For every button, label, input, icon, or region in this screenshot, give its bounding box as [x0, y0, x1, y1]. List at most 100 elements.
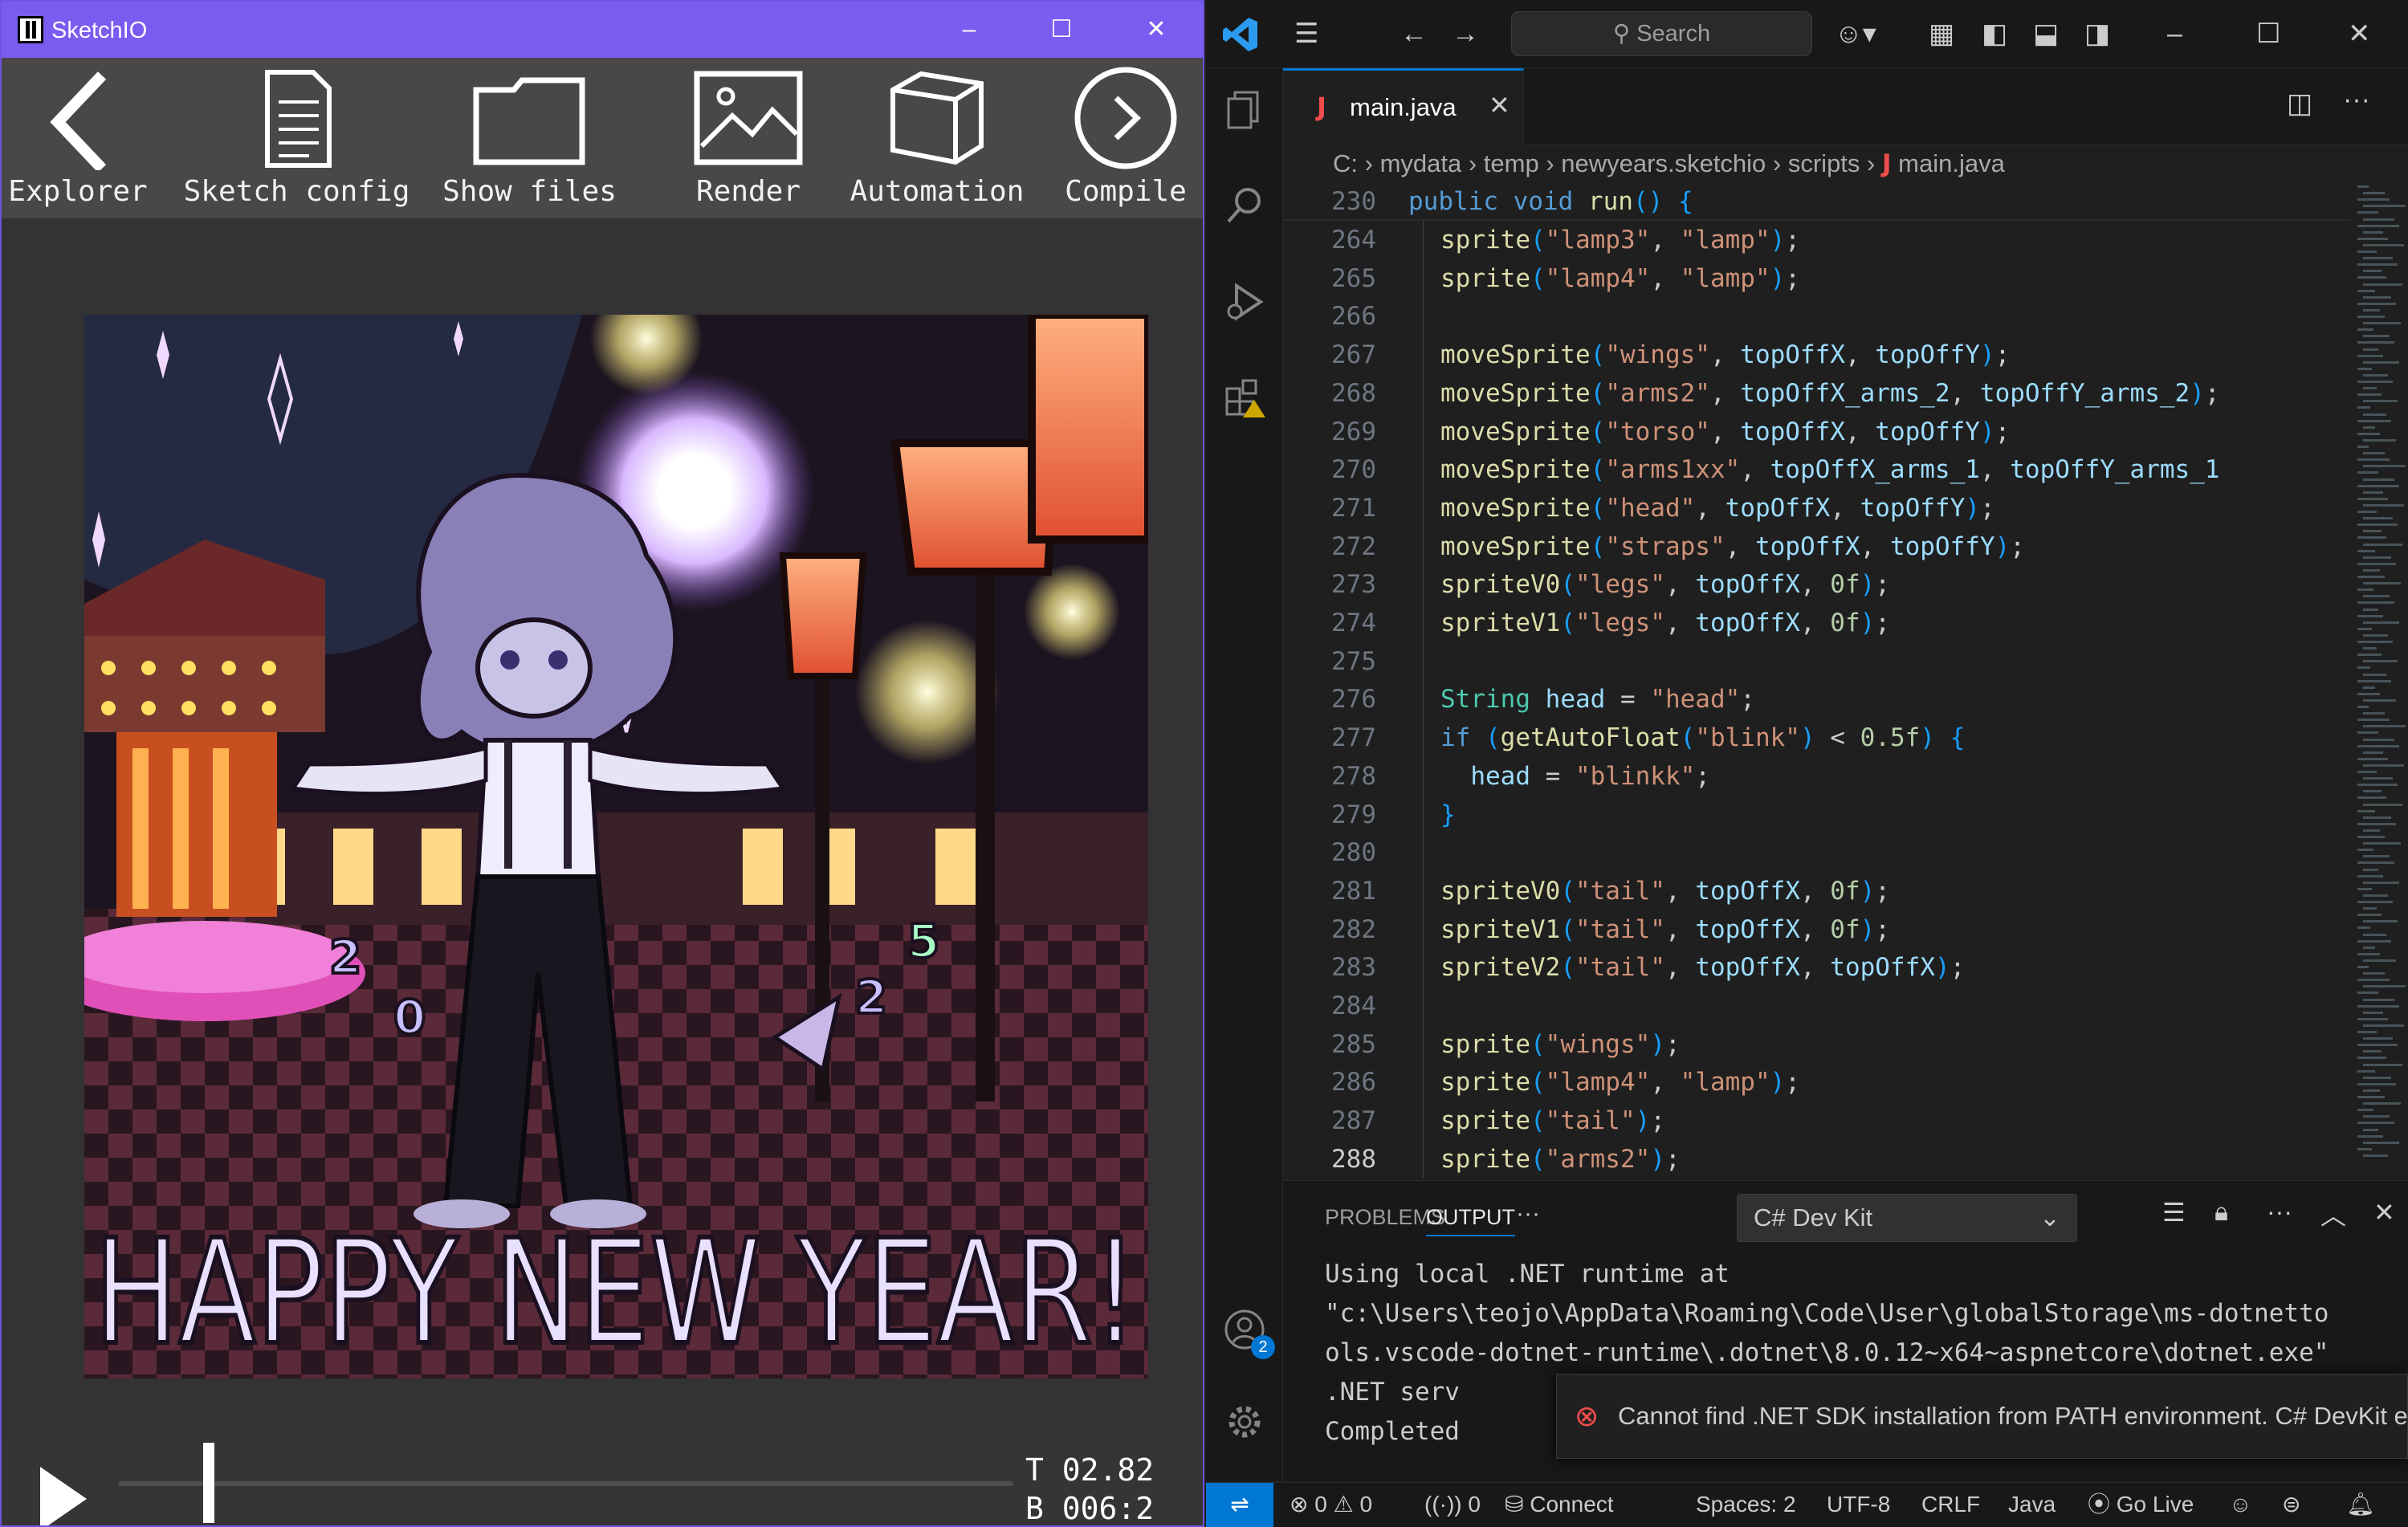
- feedback-icon[interactable]: ⊜: [2282, 1483, 2300, 1526]
- panel-more-icon[interactable]: ···: [1516, 1200, 1540, 1228]
- close-panel-icon[interactable]: ✕: [2373, 1197, 2395, 1228]
- clear-output-icon[interactable]: ☰: [2162, 1197, 2186, 1228]
- extensions-warning-icon[interactable]: [1224, 377, 1265, 419]
- code-line[interactable]: 278 head = "blinkk";: [1283, 757, 2351, 796]
- minimap-line: [2357, 289, 2375, 292]
- connect-status[interactable]: ⛁ Connect: [1505, 1483, 1614, 1526]
- go-live-status[interactable]: ⦿ Go Live: [2088, 1483, 2194, 1526]
- code-line[interactable]: 274 spriteV1("legs", topOffX, 0f);: [1283, 604, 2351, 642]
- timeline-slider[interactable]: [118, 1443, 1013, 1523]
- crumb-temp[interactable]: temp: [1484, 149, 1539, 177]
- play-button[interactable]: [40, 1467, 87, 1525]
- toggle-panel-icon[interactable]: ⬓: [2033, 18, 2059, 50]
- minimize-button[interactable]: –: [937, 11, 1001, 48]
- lock-scroll-icon[interactable]: 🔒︎: [2214, 1197, 2228, 1228]
- run-debug-icon[interactable]: [1224, 281, 1265, 323]
- code-line[interactable]: 267 moveSprite("wings", topOffX, topOffY)…: [1283, 336, 2351, 374]
- command-search[interactable]: ⚲ Search: [1511, 11, 1812, 56]
- layout-icon[interactable]: ▦: [1929, 18, 1954, 50]
- code-line[interactable]: 282 spriteV1("tail", topOffX, 0f);: [1283, 910, 2351, 949]
- code-line[interactable]: 271 moveSprite("head", topOffX, topOffY);: [1283, 489, 2351, 527]
- forward-nav-icon[interactable]: →: [1452, 18, 1479, 50]
- files-icon[interactable]: [1224, 89, 1265, 131]
- indentation-status[interactable]: Spaces: 2: [1696, 1483, 1796, 1526]
- search-view-icon[interactable]: [1224, 185, 1265, 226]
- error-notification[interactable]: ⊗ Cannot find .NET SDK installation from…: [1556, 1374, 2408, 1459]
- tab-output[interactable]: OUTPUT: [1426, 1205, 1515, 1236]
- menu-icon[interactable]: ☰: [1294, 18, 1318, 50]
- code-line[interactable]: 277 if (getAutoFloat("blink") < 0.5f) {: [1283, 719, 2351, 757]
- line-code: sprite("wings");: [1440, 1029, 1681, 1059]
- close-button[interactable]: ✕: [2348, 18, 2371, 50]
- render-button[interactable]: Render: [676, 66, 821, 208]
- code-line[interactable]: 264 sprite("lamp3", "lamp");: [1283, 221, 2351, 259]
- remote-indicator-icon[interactable]: ⇌: [1206, 1483, 1273, 1527]
- eol-status[interactable]: CRLF: [1921, 1483, 1980, 1526]
- code-line[interactable]: 283 spriteV2("tail", topOffX, topOffX);: [1283, 948, 2351, 987]
- ports-status[interactable]: ((·)) 0: [1424, 1483, 1481, 1526]
- code-line[interactable]: 287 sprite("tail");: [1283, 1101, 2351, 1140]
- copilot-status-icon[interactable]: ☺: [2229, 1483, 2252, 1526]
- crumb-file[interactable]: main.java: [1898, 149, 2005, 177]
- encoding-status[interactable]: UTF-8: [1827, 1483, 1890, 1526]
- tab-main-java[interactable]: J main.java ✕: [1283, 68, 1524, 145]
- code-line[interactable]: 285 sprite("wings");: [1283, 1025, 2351, 1064]
- settings-gear-icon[interactable]: [1224, 1401, 1265, 1443]
- minimap-line: [2357, 849, 2373, 852]
- maximize-button[interactable]: ☐: [2256, 18, 2280, 50]
- code-line[interactable]: 275: [1283, 642, 2351, 681]
- line-number: 284: [1331, 992, 1376, 1020]
- minimap[interactable]: [2351, 182, 2408, 1178]
- crumb-project[interactable]: newyears.sketchio: [1561, 149, 1766, 177]
- sketch-config-button[interactable]: Sketch config: [182, 66, 411, 208]
- more-actions-icon[interactable]: ···: [2343, 84, 2370, 116]
- code-line[interactable]: 230 public void run() {: [1283, 182, 2351, 221]
- code-line[interactable]: 272 moveSprite("straps", topOffX, topOffY…: [1283, 527, 2351, 566]
- sketch-canvas[interactable]: 2 0 2 5 HAPPY NEW YEAR!: [84, 315, 1148, 1378]
- crumb-mydata[interactable]: mydata: [1380, 149, 1462, 177]
- code-line[interactable]: 273 spriteV0("legs", topOffX, 0f);: [1283, 565, 2351, 604]
- output-channel-select[interactable]: C# Dev Kit ⌄: [1737, 1194, 2077, 1242]
- language-status[interactable]: Java: [2008, 1483, 2056, 1526]
- maximize-button[interactable]: ☐: [1029, 11, 1094, 48]
- code-editor[interactable]: 230 public void run() {264 sprite("lamp3",…: [1283, 182, 2351, 1178]
- code-line[interactable]: 269 moveSprite("torso", topOffX, topOffY)…: [1283, 413, 2351, 451]
- minimap-line: [2357, 381, 2393, 383]
- code-line[interactable]: 276 String head = "head";: [1283, 680, 2351, 719]
- notifications-bell-icon[interactable]: 🔔︎: [2346, 1483, 2375, 1526]
- explorer-button[interactable]: Explorer: [6, 66, 150, 208]
- maximize-panel-icon[interactable]: ︿: [2320, 1195, 2346, 1232]
- crumb-scripts[interactable]: scripts: [1788, 149, 1860, 177]
- back-nav-icon[interactable]: ←: [1400, 18, 1428, 50]
- crumb-drive[interactable]: C:: [1333, 149, 1358, 177]
- toggle-secondary-sidebar-icon[interactable]: ◨: [2084, 18, 2110, 50]
- panel-actions-icon[interactable]: ···: [2267, 1197, 2292, 1227]
- copilot-icon[interactable]: ☺▾: [1835, 18, 1876, 50]
- code-line[interactable]: 286 sprite("lamp4", "lamp");: [1283, 1063, 2351, 1101]
- code-line[interactable]: 270 moveSprite("arms1xx", topOffX_arms_1,…: [1283, 450, 2351, 489]
- timeline-thumb[interactable]: [202, 1443, 214, 1523]
- split-editor-icon[interactable]: ◫: [2287, 88, 2312, 120]
- automation-button[interactable]: Automation: [837, 66, 1037, 208]
- code-line[interactable]: 280: [1283, 833, 2351, 872]
- compile-button[interactable]: Compile: [1053, 66, 1198, 216]
- code-line[interactable]: 268 moveSprite("arms2", topOffX_arms_2, t…: [1283, 374, 2351, 413]
- minimap-line: [2363, 257, 2393, 260]
- code-line[interactable]: 288 sprite("arms2");: [1283, 1140, 2351, 1178]
- problems-status[interactable]: ⊗ 0 ⚠ 0: [1290, 1483, 1372, 1526]
- toggle-sidebar-icon[interactable]: ◧: [1982, 18, 2007, 50]
- image-icon: [694, 71, 803, 165]
- line-code: sprite("tail");: [1440, 1106, 1665, 1136]
- line-code: head = "blinkk";: [1470, 761, 1710, 791]
- minimap-line: [2357, 211, 2378, 214]
- close-button[interactable]: ✕: [1124, 11, 1188, 48]
- code-line[interactable]: 266: [1283, 297, 2351, 336]
- close-tab-icon[interactable]: ✕: [1489, 90, 1510, 120]
- show-files-button[interactable]: Show files: [439, 66, 620, 208]
- minimap-line: [2363, 243, 2404, 246]
- code-line[interactable]: 284: [1283, 987, 2351, 1025]
- code-line[interactable]: 281 spriteV0("tail", topOffX, 0f);: [1283, 872, 2351, 910]
- code-line[interactable]: 279}: [1283, 796, 2351, 834]
- minimize-button[interactable]: –: [2167, 18, 2182, 50]
- code-line[interactable]: 265 sprite("lamp4", "lamp");: [1283, 259, 2351, 298]
